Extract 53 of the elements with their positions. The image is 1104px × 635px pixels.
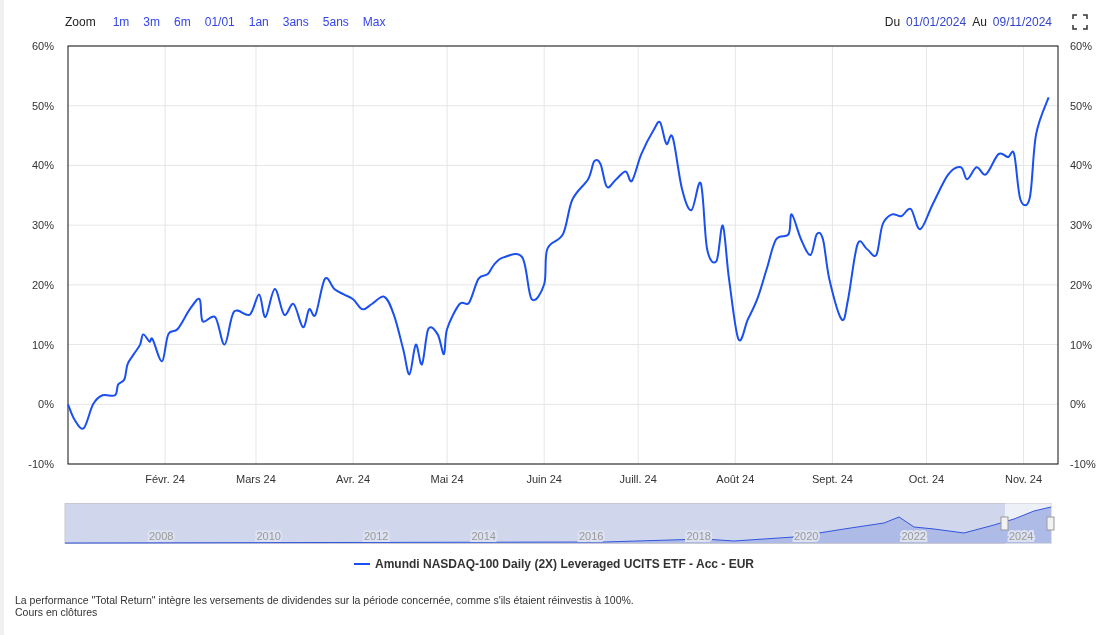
x-axis-label: Juill. 24 — [619, 473, 657, 485]
x-axis-label: Août 24 — [716, 473, 755, 485]
x-axis-label: Nov. 24 — [1005, 473, 1043, 485]
year-label: 2014 — [471, 530, 496, 542]
range-button[interactable]: 6m — [167, 14, 198, 29]
y-axis-label: 40% — [1070, 159, 1093, 172]
x-axis-label: Oct. 24 — [908, 473, 945, 485]
to-date-field[interactable]: 09/11/2024 — [992, 14, 1052, 29]
y-axis-label: 30% — [31, 219, 54, 232]
range-button[interactable]: 1an — [241, 14, 276, 29]
range-button[interactable]: 1m — [105, 14, 137, 29]
y-axis-label: 60% — [31, 40, 54, 52]
y-axis-label: 50% — [1070, 99, 1093, 112]
y-axis-label: -10% — [28, 458, 54, 470]
footnote-text: Cours en clôtures — [15, 606, 99, 618]
footnote-text: La performance "Total Return" intègre les versements de dividendes sur la période concernée, comme s'ils étaient réinvestis à 100%. — [15, 594, 635, 606]
y-axis-label: 0% — [1070, 398, 1086, 411]
year-label: 2024 — [1009, 530, 1034, 542]
range-button[interactable]: 01/01 — [197, 14, 242, 29]
fullscreen-icon[interactable] — [1072, 13, 1088, 30]
x-axis-label: Juin 24 — [526, 473, 562, 485]
y-axis-label: 10% — [31, 338, 54, 351]
from-date-field[interactable]: 01/01/2024 — [906, 14, 967, 29]
range-button[interactable]: 5ans — [315, 14, 356, 29]
y-axis-label: 10% — [1070, 338, 1093, 351]
y-axis-label: 50% — [31, 99, 54, 112]
to-label: Au — [972, 14, 987, 29]
y-axis-label: 30% — [1070, 219, 1093, 232]
x-axis-label: Sept. 24 — [811, 473, 853, 485]
year-label: 2008 — [149, 530, 174, 542]
y-axis-label: -10% — [1070, 458, 1096, 470]
legend-label[interactable]: Amundi NASDAQ-100 Daily (2X) Leveraged UCITS ETF - Acc - EUR — [375, 557, 754, 571]
y-axis-label: 0% — [38, 398, 54, 411]
y-axis-label: 60% — [1070, 40, 1093, 52]
x-axis-label: Févr. 24 — [145, 473, 185, 485]
x-axis-label: Mars 24 — [236, 473, 276, 485]
year-label: 2012 — [364, 530, 389, 542]
y-axis-label: 40% — [31, 159, 54, 172]
x-axis-label: Mai 24 — [430, 473, 464, 485]
range-button[interactable]: 3ans — [275, 14, 316, 29]
year-label: 2016 — [579, 530, 604, 542]
legend-line-icon — [354, 562, 370, 566]
x-axis-label: Avr. 24 — [336, 473, 371, 485]
range-button[interactable]: 3m — [136, 14, 168, 29]
year-label: 2010 — [256, 530, 281, 542]
zoom-label: Zoom — [65, 14, 96, 29]
y-axis-label: 20% — [31, 278, 54, 291]
year-label: 2018 — [686, 530, 711, 542]
y-axis-label: 20% — [1070, 278, 1093, 291]
year-label: 2022 — [901, 530, 926, 542]
from-label: Du — [884, 14, 901, 29]
navigator-drawing[interactable] — [64, 503, 1055, 544]
range-button[interactable]: Max — [355, 14, 393, 29]
